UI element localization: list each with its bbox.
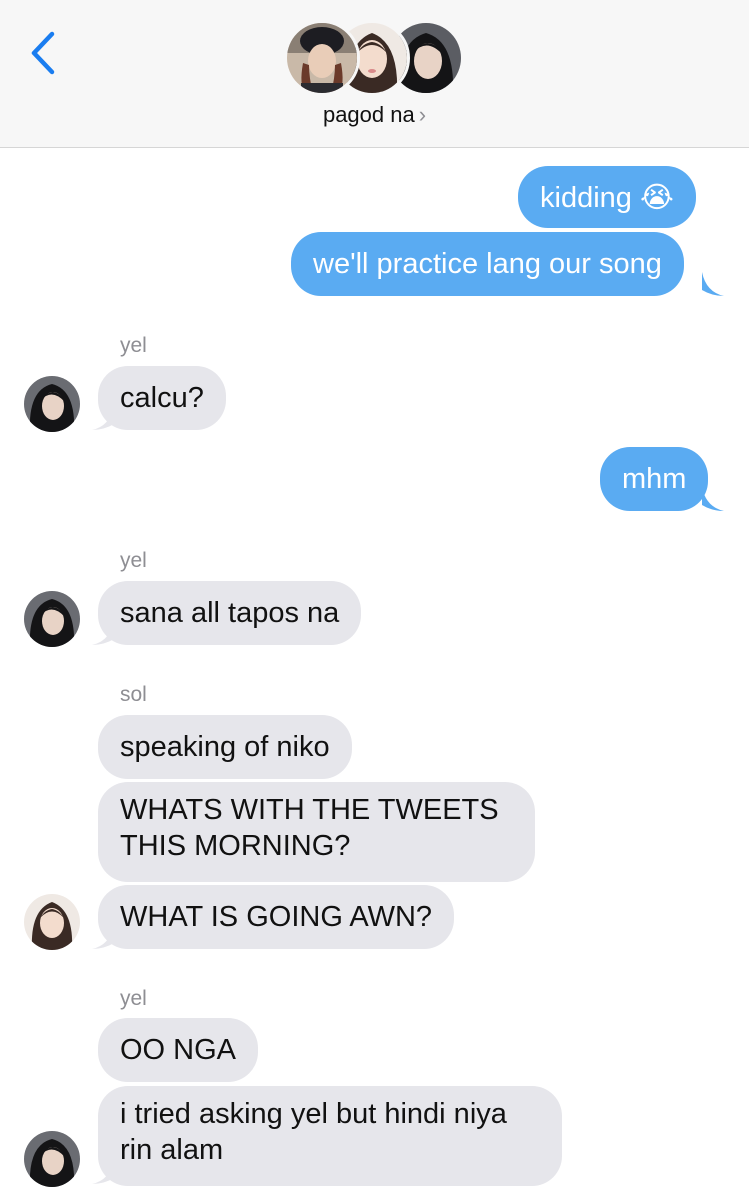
sender-avatar[interactable] xyxy=(24,1131,80,1187)
outgoing-message[interactable]: mhm xyxy=(600,447,709,511)
incoming-message[interactable]: OO NGA xyxy=(98,1018,259,1082)
group-avatars[interactable] xyxy=(284,20,466,96)
bubble-tail xyxy=(702,272,724,296)
incoming-message[interactable]: sana all tapos na xyxy=(98,581,362,645)
chevron-left-icon xyxy=(31,31,55,75)
group-name-button[interactable]: pagod na › xyxy=(0,102,749,128)
bubble-tail xyxy=(92,1160,114,1184)
sender-avatar[interactable] xyxy=(24,591,80,647)
group-name-label: pagod na xyxy=(322,102,415,127)
back-button[interactable] xyxy=(22,30,62,76)
incoming-message[interactable]: WHATS WITH THE TWEETS THIS MORNING? xyxy=(98,782,535,882)
member-avatar-1 xyxy=(284,20,360,96)
outgoing-message[interactable]: we'll practice lang our song xyxy=(291,232,684,296)
bubble-tail xyxy=(92,925,114,949)
conversation-header: pagod na › xyxy=(0,0,749,148)
incoming-message[interactable]: WHAT IS GOING AWN? xyxy=(98,885,455,949)
sender-avatar[interactable] xyxy=(24,376,80,432)
sender-name: yel xyxy=(120,987,147,1010)
bubble-tail xyxy=(702,487,724,511)
bubble-tail xyxy=(92,621,114,645)
chevron-right-icon: › xyxy=(418,102,427,127)
bubble-tail xyxy=(92,406,114,430)
sender-avatar[interactable] xyxy=(24,894,80,950)
incoming-message[interactable]: calcu? xyxy=(98,366,226,430)
sender-name: yel xyxy=(120,549,147,572)
sender-name: sol xyxy=(120,683,147,706)
sender-name: yel xyxy=(120,334,147,357)
incoming-message[interactable]: speaking of niko xyxy=(98,715,352,779)
incoming-message[interactable]: i tried asking yel but hindi niya rin al… xyxy=(98,1086,562,1186)
outgoing-message[interactable]: kidding 😭 xyxy=(518,166,696,228)
